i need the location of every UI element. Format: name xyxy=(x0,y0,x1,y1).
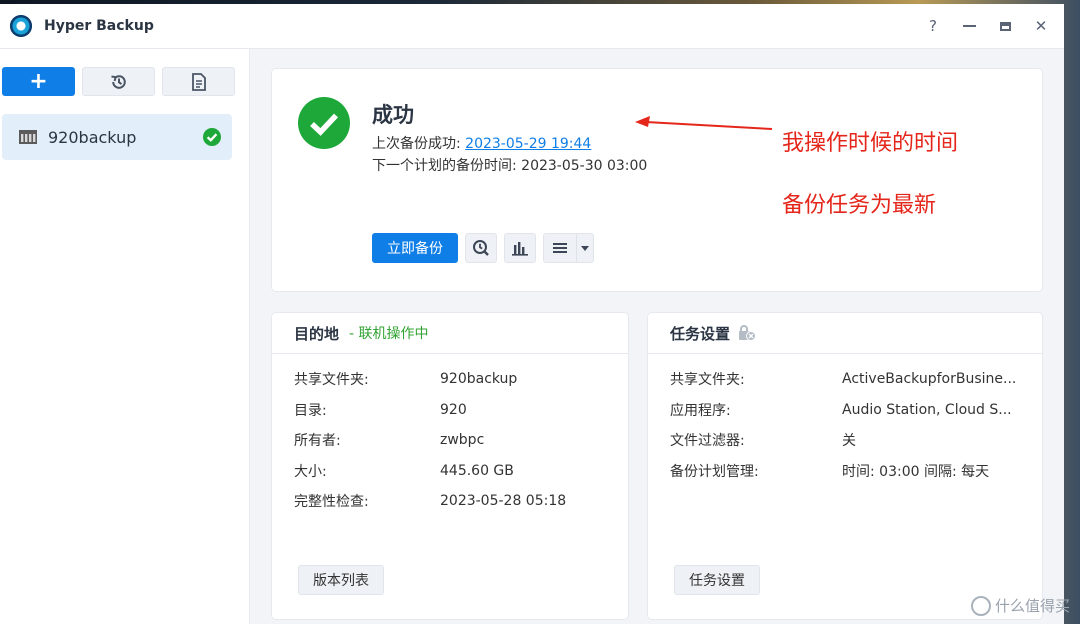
log-icon xyxy=(191,72,206,91)
version-list-button[interactable]: 版本列表 xyxy=(298,565,384,595)
last-backup-line: 上次备份成功: 2023-05-29 19:44 xyxy=(372,133,591,153)
sidebar-item-label: 920backup xyxy=(48,127,137,147)
close-icon[interactable]: ✕ xyxy=(1032,17,1050,35)
sidebar: + 920backup xyxy=(0,49,250,624)
watermark-logo-icon xyxy=(970,595,991,616)
table-row: 文件过滤器: 关 xyxy=(648,425,1042,456)
row-value: Audio Station, Cloud S... xyxy=(842,401,1012,418)
watermark-text: 什么值得买 xyxy=(994,597,1070,615)
row-key: 备份计划管理: xyxy=(670,463,759,480)
row-key: 共享文件夹: xyxy=(294,372,369,389)
success-status-icon xyxy=(298,97,350,149)
table-row: 所有者: zwbpc xyxy=(272,425,628,456)
main-panel: 成功 上次备份成功: 2023-05-29 19:44 下一个计划的备份时间: … xyxy=(250,49,1064,624)
row-key: 目录: xyxy=(294,402,327,419)
version-timeline-button[interactable] xyxy=(465,233,497,263)
backup-log-button[interactable] xyxy=(162,67,235,96)
restore-history-icon xyxy=(110,74,126,89)
status-actions: 立即备份 xyxy=(372,233,594,263)
menu-lines-icon xyxy=(553,243,567,253)
task-settings-rows: 共享文件夹: ActiveBackupforBusine... 应用程序: Audi… xyxy=(648,354,1042,486)
title-bar: Hyper Backup ? ✕ xyxy=(0,4,1064,49)
task-settings-card: 任务设置 共享文件夹: ActiveBackupforBusine... 应用程序… xyxy=(648,313,1042,619)
row-value: 时间: 03:00 间隔: 每天 xyxy=(842,463,990,480)
annotation-arrow xyxy=(635,116,773,130)
row-key: 大小: xyxy=(294,463,327,480)
row-key: 应用程序: xyxy=(670,402,731,419)
row-value: ActiveBackupforBusine... xyxy=(842,371,1017,388)
row-value: 920backup xyxy=(440,371,518,388)
task-settings-header: 任务设置 xyxy=(648,313,1042,354)
table-row: 大小: 445.60 GB xyxy=(272,456,628,487)
row-key: 所有者: xyxy=(294,433,341,450)
clock-search-icon xyxy=(473,240,489,256)
lock-status-icon xyxy=(739,325,757,341)
destination-rows: 共享文件夹: 920backup 目录: 920 所有者: zwbpc 大小: 445.… xyxy=(272,354,628,517)
table-row: 目录: 920 xyxy=(272,395,628,426)
hyper-backup-app-icon xyxy=(10,15,32,37)
plus-icon: + xyxy=(29,68,48,94)
help-icon[interactable]: ? xyxy=(924,17,942,35)
table-row: 完整性检查: 2023-05-28 05:18 xyxy=(272,486,628,517)
window-controls: ? ✕ xyxy=(924,4,1050,48)
backup-status-card: 成功 上次备份成功: 2023-05-29 19:44 下一个计划的备份时间: … xyxy=(272,69,1042,291)
destination-card: 目的地 - 联机操作中 共享文件夹: 920backup 目录: 920 所有者: z… xyxy=(272,313,628,619)
more-actions-main[interactable] xyxy=(544,234,577,262)
destination-online-status: - 联机操作中 xyxy=(349,326,429,342)
table-row: 应用程序: Audio Station, Cloud S... xyxy=(648,395,1042,426)
caret-down-icon xyxy=(581,245,589,251)
minimize-icon[interactable] xyxy=(960,17,978,35)
restore-button[interactable] xyxy=(82,67,155,96)
row-value: 920 xyxy=(440,401,467,418)
next-backup-line: 下一个计划的备份时间: 2023-05-30 03:00 xyxy=(372,155,647,175)
success-check-icon xyxy=(203,128,221,146)
add-task-button[interactable]: + xyxy=(2,67,75,96)
next-backup-time: 2023-05-30 03:00 xyxy=(521,158,648,174)
destination-title: 目的地 xyxy=(294,324,340,343)
destination-header: 目的地 - 联机操作中 xyxy=(272,313,628,354)
annotation-latest-task: 备份任务为最新 xyxy=(782,193,937,218)
last-backup-label: 上次备份成功: xyxy=(372,136,461,152)
task-settings-title: 任务设置 xyxy=(670,324,731,343)
sidebar-item-920backup[interactable]: 920backup xyxy=(2,114,232,160)
nas-device-icon xyxy=(19,130,37,144)
bar-chart-icon xyxy=(512,242,528,256)
task-settings-button[interactable]: 任务设置 xyxy=(674,565,760,595)
backup-now-button[interactable]: 立即备份 xyxy=(372,233,458,263)
last-backup-time-link[interactable]: 2023-05-29 19:44 xyxy=(465,136,591,152)
more-actions-menu[interactable] xyxy=(543,233,594,263)
maximize-icon[interactable] xyxy=(996,17,1014,35)
row-value: 445.60 GB xyxy=(440,462,514,479)
row-key: 完整性检查: xyxy=(294,494,369,511)
hyper-backup-window: Hyper Backup ? ✕ + 920backup 成功 上次备份成功: … xyxy=(0,4,1064,624)
table-row: 共享文件夹: 920backup xyxy=(272,364,628,395)
status-title: 成功 xyxy=(372,103,414,127)
statistics-button[interactable] xyxy=(504,233,536,263)
more-actions-dropdown[interactable] xyxy=(577,234,593,262)
row-key: 共享文件夹: xyxy=(670,372,745,389)
watermark: 什么值得买 xyxy=(970,595,1070,616)
table-row: 共享文件夹: ActiveBackupforBusine... xyxy=(648,364,1042,395)
row-value: 2023-05-28 05:18 xyxy=(440,493,567,510)
sidebar-toolbar: + xyxy=(2,67,235,96)
table-row: 备份计划管理: 时间: 03:00 间隔: 每天 xyxy=(648,456,1042,487)
app-title: Hyper Backup xyxy=(44,18,154,34)
row-value: zwbpc xyxy=(440,432,485,449)
row-value: 关 xyxy=(842,433,856,450)
annotation-operation-time: 我操作时候的时间 xyxy=(782,131,959,156)
row-key: 文件过滤器: xyxy=(670,433,745,450)
next-backup-label: 下一个计划的备份时间: xyxy=(372,158,517,174)
